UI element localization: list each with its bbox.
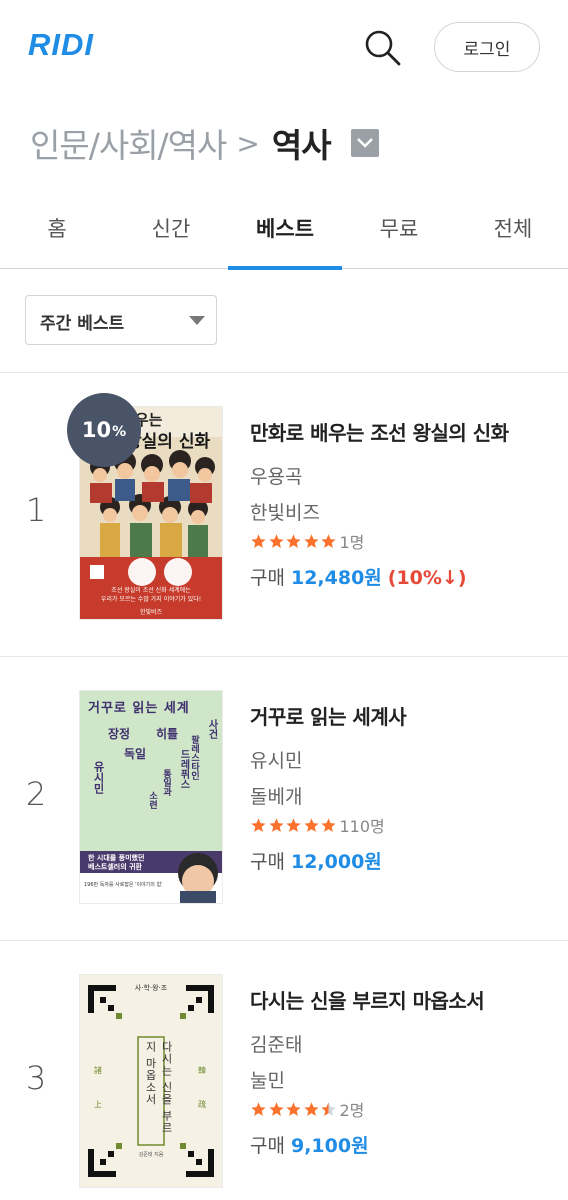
breadcrumb-parent[interactable]: 인문/사회/역사 (30, 119, 227, 167)
cover-side-char: 諸 (94, 1066, 102, 1075)
book-author[interactable]: 우용곡 (250, 462, 302, 489)
price-value: 12,000원 (290, 851, 382, 873)
cover-side-char: 疏 (198, 1100, 206, 1109)
cover-word: 통일과 (161, 769, 171, 796)
discount-badge: 10% (67, 393, 141, 467)
tab-all[interactable]: 전체 (456, 195, 568, 269)
cover-footer: 196만 독자를 사로잡은 '이야기의 힘' (84, 882, 163, 888)
cover-top-text: 사·학·왕·조 (134, 984, 168, 992)
book-row[interactable]: 2 거꾸로 읽는 세계 장정 히틀 독일 드레퓌스 사건 팔레스타인 통일과 소… (0, 657, 568, 941)
cover-bottom-line1: 조선 왕실이 조선 신화 세계에는 (111, 587, 191, 594)
cover-bottom-line2: 우리가 모르는 수많 가지 이야기가 있다! (100, 596, 202, 603)
book-publisher[interactable]: 한빛비즈 (250, 498, 320, 525)
period-select[interactable]: 주간 베스트 (25, 295, 217, 345)
breadcrumb-separator: > (236, 126, 260, 160)
star-rating (250, 1101, 338, 1118)
star-icon (303, 1101, 319, 1116)
price-line: 구매 9,100원 (250, 1131, 369, 1158)
rating-count: 1명 (339, 533, 365, 552)
cover-word: 사건 (206, 719, 217, 739)
tab-new[interactable]: 신간 (114, 195, 228, 269)
ridi-logo[interactable]: RIDI (28, 27, 94, 63)
book-rank: 2 (25, 775, 47, 813)
price-label: 구매 (250, 1135, 285, 1157)
tab-home[interactable]: 홈 (0, 195, 114, 269)
chevron-down-icon[interactable] (350, 129, 379, 157)
star-icon (286, 817, 301, 832)
star-icon (321, 817, 336, 832)
discount-badge-unit: % (112, 424, 127, 440)
book-rank: 1 (25, 491, 47, 529)
star-icon (321, 533, 336, 548)
cover-author: 김준태 지음 (138, 1152, 164, 1158)
rating-count: 2명 (339, 1101, 365, 1120)
star-icon (268, 817, 284, 832)
book-rating: 110명 (250, 814, 385, 836)
book-row[interactable]: 3 사·학·왕·조 다시는 신을 부르지 마옵소서 諸 上 韓 疏 김준태 지음… (0, 941, 568, 1200)
price-label: 구매 (250, 851, 285, 873)
star-icon (268, 533, 284, 548)
price-line: 구매 12,480원 (10%↓) (250, 563, 467, 590)
header: RIDI 로그인 (0, 0, 568, 95)
book-author[interactable]: 김준태 (250, 1030, 302, 1057)
cover-publisher: 한빛비즈 (139, 609, 163, 616)
star-rating (250, 533, 338, 550)
book-title[interactable]: 만화로 배우는 조선 왕실의 신화 (250, 417, 509, 446)
cover-word: 장정 (108, 727, 131, 741)
login-button[interactable]: 로그인 (434, 22, 540, 72)
book-cover[interactable]: 사·학·왕·조 다시는 신을 부르지 마옵소서 諸 上 韓 疏 김준태 지음 (80, 975, 222, 1187)
book-title[interactable]: 다시는 신을 부르지 마옵소서 (250, 985, 485, 1014)
star-icon (321, 1101, 336, 1116)
star-icon (251, 533, 266, 548)
period-select-value: 주간 베스트 (40, 314, 125, 334)
cover-word: 유시민 (92, 761, 105, 794)
book-publisher[interactable]: 돌베개 (250, 782, 302, 809)
price-label: 구매 (250, 567, 285, 589)
cover-word: 히틀 (156, 727, 179, 741)
cover-word: 독일 (124, 747, 147, 761)
cover-word: 팔레스타인 (189, 735, 199, 780)
price-value: 9,100원 (290, 1135, 369, 1157)
cover-band-line2: 베스트셀러의 귀환 (88, 863, 142, 871)
star-icon (286, 1101, 301, 1116)
cover-vertical-title: 다시는 신을 부르지 마옵소서 (144, 1041, 173, 1134)
star-icon (251, 1101, 266, 1116)
book-rating: 2명 (250, 1098, 364, 1120)
star-icon (268, 1101, 284, 1116)
book-publisher[interactable]: 눌민 (250, 1066, 285, 1093)
book-author[interactable]: 유시민 (250, 746, 302, 773)
tab-free[interactable]: 무료 (342, 195, 456, 269)
star-icon (286, 533, 301, 548)
tab-best[interactable]: 베스트 (228, 195, 342, 270)
breadcrumb-current: 역사 (271, 126, 332, 165)
breadcrumb: 인문/사회/역사 > 역사 (30, 115, 379, 171)
star-icon (303, 817, 319, 832)
star-rating (250, 817, 338, 834)
cover-side-char: 韓 (198, 1066, 206, 1075)
caret-down-icon (189, 316, 205, 325)
book-title[interactable]: 거꾸로 읽는 세계사 (250, 701, 407, 730)
cover-word: 소련 (147, 791, 157, 809)
book-rating: 1명 (250, 530, 364, 552)
star-icon (251, 817, 266, 832)
price-discount: (10%↓) (387, 567, 467, 589)
discount-badge-value: 10 (81, 418, 112, 442)
search-icon[interactable] (360, 25, 404, 69)
book-cover[interactable]: 거꾸로 읽는 세계 장정 히틀 독일 드레퓌스 사건 팔레스타인 통일과 소련 … (80, 691, 222, 903)
book-rank: 3 (25, 1059, 47, 1097)
cover-top-text: 거꾸로 읽는 세계 (88, 701, 190, 716)
rating-count: 110명 (339, 817, 385, 836)
cover-side-char: 上 (94, 1100, 102, 1109)
price-line: 구매 12,000원 (250, 847, 382, 874)
category-tabs: 홈 신간 베스트 무료 전체 (0, 195, 568, 270)
price-value: 12,480원 (290, 567, 382, 589)
star-icon (303, 533, 319, 548)
